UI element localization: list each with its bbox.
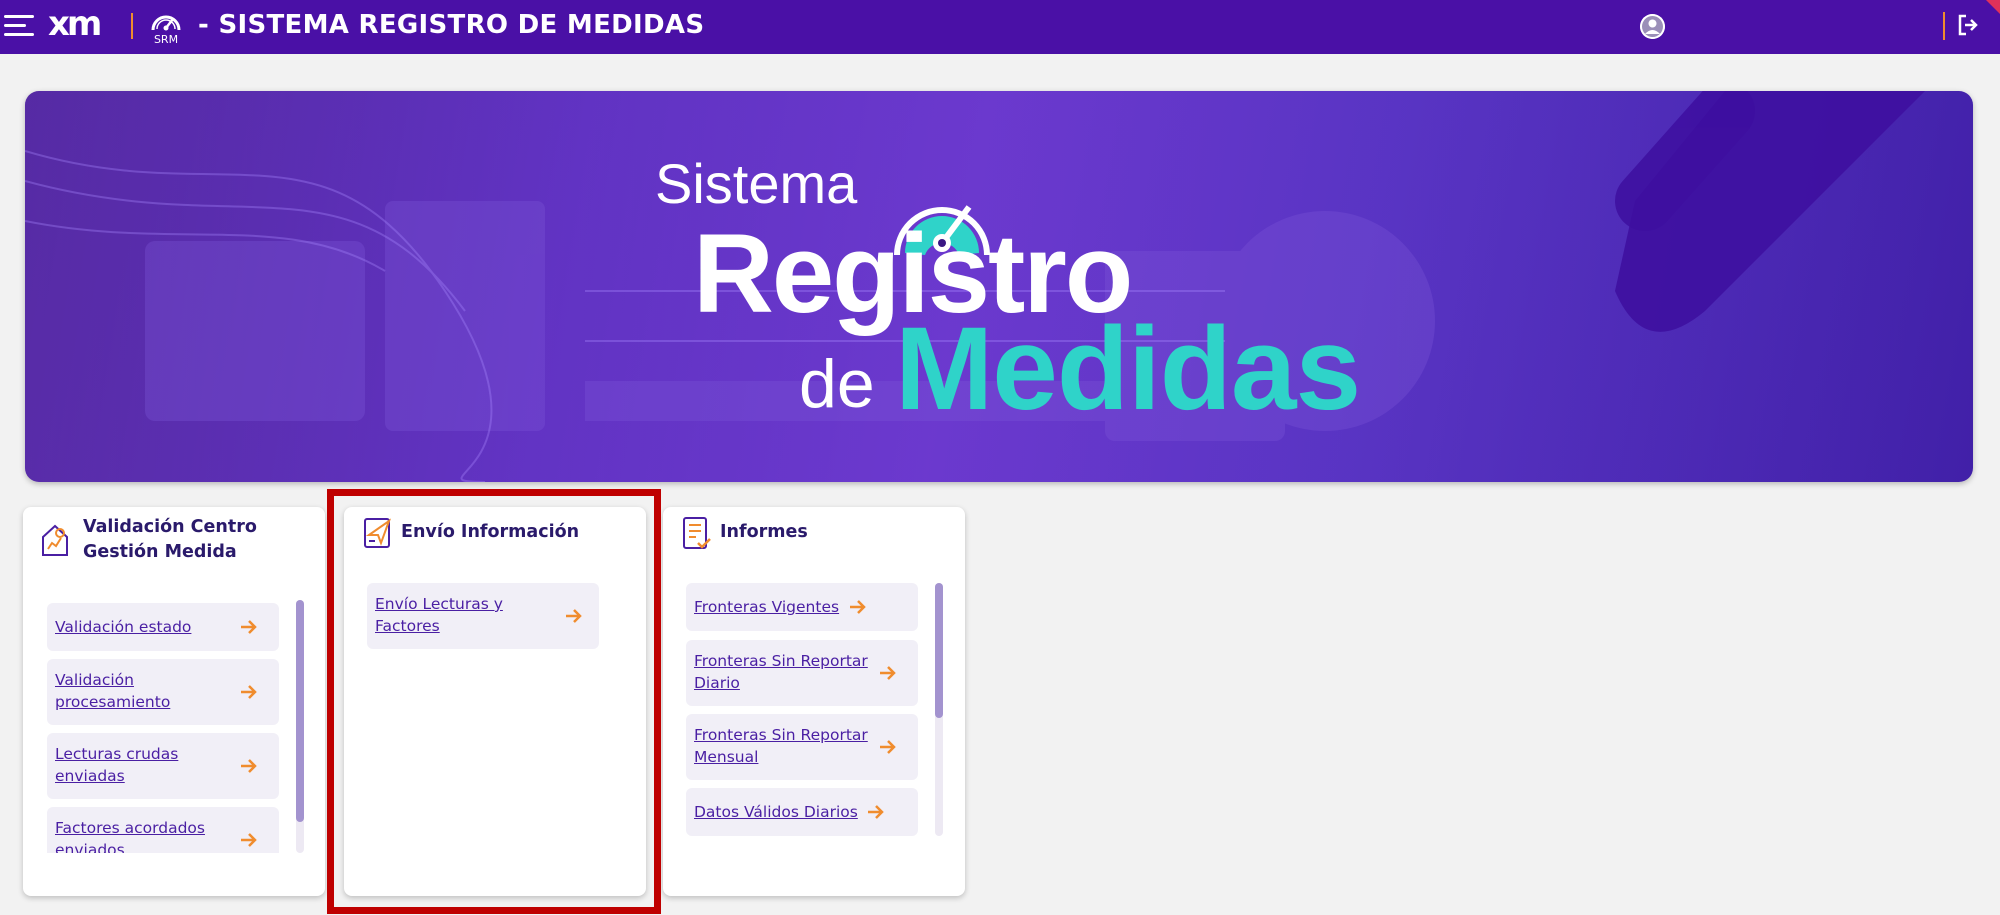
logout-divider	[1943, 12, 1945, 40]
menu-item-label[interactable]: Fronteras Vigentes	[694, 596, 864, 618]
logo-divider	[131, 13, 133, 39]
srm-label: SRM	[153, 33, 179, 46]
arrow-right-icon	[241, 759, 257, 773]
menu-item-label[interactable]: Fronteras Sin Reportar Mensual	[694, 724, 874, 768]
arrow-right-icon	[850, 600, 866, 614]
card-validacion: Validación Centro Gestión Medida Validac…	[23, 507, 325, 896]
card-scroll-clip: Datos Válidos Diarios	[686, 788, 918, 836]
card-informes: Informes Fronteras Vigentes Fronteras Si…	[663, 507, 965, 896]
banner-text-sistema: Sistema	[655, 152, 858, 215]
gauge-icon	[151, 15, 181, 31]
banner-text-medidas: Medidas	[895, 303, 1361, 435]
arrow-right-icon	[241, 833, 257, 847]
arrow-right-icon	[880, 666, 896, 680]
hero-banner: Sistema Registro de Medidas	[25, 91, 1973, 482]
scrollbar-thumb[interactable]	[935, 583, 943, 718]
srm-logo: SRM	[148, 8, 184, 48]
card-title: Validación Centro Gestión Medida	[83, 517, 257, 562]
menu-item-label[interactable]: Lecturas crudas enviadas	[55, 743, 195, 787]
arrow-right-icon	[868, 805, 884, 819]
menu-item-label[interactable]: Datos Válidos Diarios	[694, 801, 874, 823]
logout-icon[interactable]	[1957, 13, 1979, 37]
arrow-right-icon	[880, 740, 896, 754]
xm-logo: xm	[48, 4, 102, 44]
menu-item-validacion-procesamiento[interactable]: Validación procesamiento	[47, 659, 279, 725]
menu-item-label[interactable]: Validación estado	[55, 616, 235, 638]
menu-item-fronteras-sin-reportar-mensual[interactable]: Fronteras Sin Reportar Mensual	[686, 714, 918, 780]
card-title: Informes	[720, 522, 808, 542]
menu-item-datos-validos-diarios[interactable]: Datos Válidos Diarios	[686, 788, 918, 836]
house-chart-icon	[42, 524, 68, 556]
corner-accent	[1986, 0, 2000, 14]
menu-item-factores-acordados[interactable]: Factores acordados enviados	[47, 807, 279, 853]
banner-text-de: de	[799, 346, 875, 422]
scrollbar-thumb[interactable]	[296, 600, 304, 822]
arrow-right-icon	[241, 620, 257, 634]
scrollbar[interactable]	[935, 583, 943, 836]
user-avatar-icon[interactable]	[1640, 14, 1665, 39]
selection-highlight-box	[327, 489, 661, 914]
menu-item-lecturas-crudas[interactable]: Lecturas crudas enviadas	[47, 733, 279, 799]
menu-item-fronteras-vigentes[interactable]: Fronteras Vigentes	[686, 583, 918, 631]
app-title: - SISTEMA REGISTRO DE MEDIDAS	[198, 10, 705, 40]
menu-hamburger-icon[interactable]	[4, 15, 36, 37]
scrollbar[interactable]	[296, 600, 304, 853]
menu-item-label[interactable]: Fronteras Sin Reportar Diario	[694, 650, 874, 694]
menu-item-label[interactable]: Validación procesamiento	[55, 669, 195, 713]
menu-item-fronteras-sin-reportar-diario[interactable]: Fronteras Sin Reportar Diario	[686, 640, 918, 706]
card-scroll-clip: Factores acordados enviados	[47, 807, 279, 853]
report-check-icon	[683, 517, 711, 549]
menu-item-validacion-estado[interactable]: Validación estado	[47, 603, 279, 651]
menu-item-label[interactable]: Factores acordados enviados	[55, 817, 225, 853]
top-bar: xm SRM - SISTEMA REGISTRO DE MEDIDAS	[0, 0, 2000, 54]
arrow-right-icon	[241, 685, 257, 699]
